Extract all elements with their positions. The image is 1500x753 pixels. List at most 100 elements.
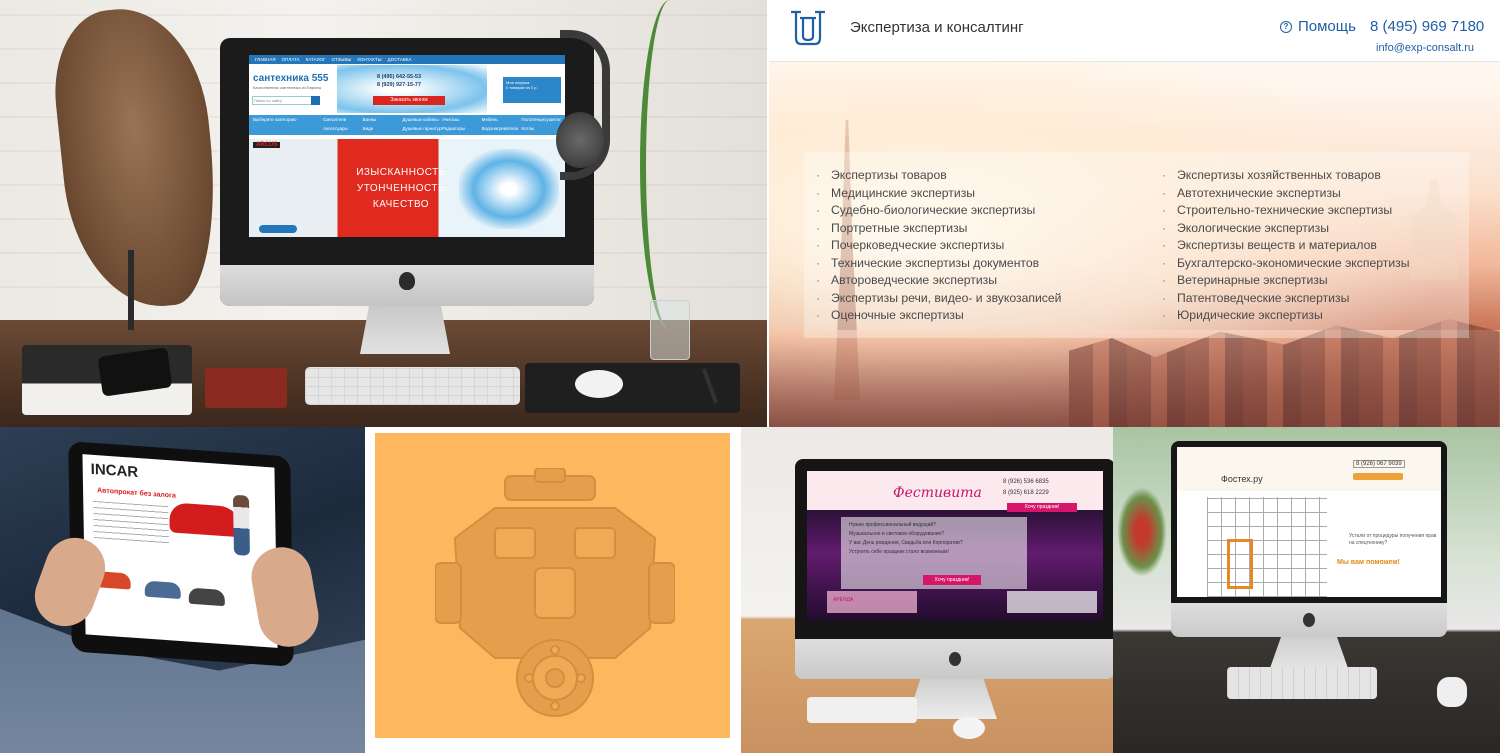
passport-cover [205,368,287,408]
category-item[interactable]: Водонагреватели [482,126,522,133]
plumbing-site-screen: ГЛАВНАЯ ОПЛАТА КАТАЛОГ ОТЗЫВЫ КОНТАКТЫ Д… [249,55,565,237]
slider-dots[interactable] [259,225,297,233]
category-item[interactable]: Мебель [482,117,522,124]
test-tubes-logo-icon[interactable] [787,8,829,50]
services-list-left: Экспертизы товаров Медицинские экспертиз… [816,167,1061,325]
fostex-mockup-tile[interactable]: Фостех.ру 8 (926) 067 9039 Устали от про… [1113,427,1500,753]
mouse [953,717,985,739]
service-item[interactable]: Технические экспертизы документов [816,255,1061,273]
fostex-callback-button[interactable] [1353,473,1403,480]
service-item[interactable]: Экспертизы речи, видео- и звукозаписей [816,290,1061,308]
category-item[interactable]: Смесители [323,117,363,124]
nav-item[interactable]: ГЛАВНАЯ [255,57,276,62]
desk-mockup-tile[interactable]: ГЛАВНАЯ ОПЛАТА КАТАЛОГ ОТЗЫВЫ КОНТАКТЫ Д… [0,0,767,427]
festivita-promo-text: Нужен профессиональный ведущий? Музыкаль… [841,517,1027,561]
service-item[interactable]: Строительно-технические экспертизы [1162,202,1409,220]
apple-logo-icon [949,652,961,666]
engine-tile[interactable] [375,433,730,738]
service-item[interactable]: Экологические экспертизы [1162,220,1409,238]
bamboo-plant [640,0,700,330]
service-item[interactable]: Медицинские экспертизы [816,185,1061,203]
service-item[interactable]: Бухгалтерско-экономические экспертизы [1162,255,1409,273]
promo-line: У вас День рождения, Свадьба или Корпора… [849,540,963,546]
nav-item[interactable]: КОНТАКТЫ [357,57,381,62]
site-phones: 8 (495) 642-55-53 8 (929) 927-15-77 [377,73,421,89]
service-item[interactable]: Экспертизы хозяйственных товаров [1162,167,1409,185]
service-item[interactable]: Почерковедческие экспертизы [816,237,1061,255]
nav-item[interactable]: ОПЛАТА [282,57,300,62]
water-splash-graphic [459,149,559,229]
service-item[interactable]: Юридические экспертизы [1162,307,1409,325]
email-link[interactable]: info@exp-consalt.ru [1376,42,1474,54]
festivita-box-rent[interactable]: АРЕНДА [827,591,917,613]
category-chooser[interactable]: Выберите категорию [253,117,323,124]
service-item[interactable]: Экспертизы веществ и материалов [1162,237,1409,255]
nav-item[interactable]: ОТЗЫВЫ [331,57,351,62]
category-item[interactable]: Душевые гарнитуры [402,126,442,133]
site-phone-2: 8 (929) 927-15-77 [377,82,422,88]
keyboard [1227,667,1377,699]
service-item[interactable]: Портретные экспертизы [816,220,1061,238]
festivita-mockup-tile[interactable]: Фестивита 8 (926) 536 6835 8 (925) 618 2… [741,427,1113,753]
category-item[interactable]: Душевые кабины [402,117,442,124]
promo-line: Музыкальное и световое оборудование? [849,531,945,537]
call-back-button[interactable]: Заказать звонок [373,96,445,105]
category-menu: Выберите категорию Смесители Ванны Душев… [249,115,565,135]
slogan-line: ИЗЫСКАННОСТЬ [356,167,446,178]
category-item[interactable]: Биде [363,126,403,133]
help-link[interactable]: ? Помощь [1280,18,1356,35]
promo-line: Устроить себе праздник стало возможным! [849,549,949,555]
expertise-site-tile[interactable]: Экспертиза и консалтинг ? Помощь 8 (495)… [769,0,1500,427]
nav-item[interactable]: ДОСТАВКА [388,57,412,62]
service-item[interactable]: Оценочные экспертизы [816,307,1061,325]
engine-icon [435,468,675,717]
car-rental-headline: Автопрокат без залога [97,487,176,500]
service-item[interactable]: Автороведческие экспертизы [816,272,1061,290]
category-item[interactable]: Ванны [363,117,403,124]
hero-slogan: ИЗЫСКАННОСТЬ УТОНЧЕННОСТЬ КАЧЕСТВО [345,165,457,213]
festivita-logo: Фестивита [893,485,982,501]
festivita-phones: 8 (926) 536 6835 8 (925) 618 2229 [1003,477,1049,499]
red-car-image [169,502,242,538]
site-header: Экспертиза и консалтинг ? Помощь 8 (495)… [769,0,1500,62]
cart-widget[interactable]: Моя покупка 0 товаров на 0 р. [503,77,561,103]
help-label: Помощь [1298,18,1356,35]
search-icon[interactable] [311,96,320,105]
category-item[interactable]: Унитазы [442,117,482,124]
festivita-cta-button[interactable]: Хочу праздник! [923,575,981,585]
apple-logo-icon [1303,613,1315,627]
site-logo[interactable]: сантехника 555 [253,73,328,84]
site-phone-1: 8 (495) 642-55-53 [377,74,422,80]
fostex-cta[interactable]: Мы вам поможем! [1337,559,1400,566]
scaffold-graphic [1207,497,1327,597]
category-item[interactable]: Аксессуары [323,126,363,133]
question-icon: ? [1280,20,1292,33]
service-item[interactable]: Экспертизы товаров [816,167,1061,185]
site-nav: ГЛАВНАЯ ОПЛАТА КАТАЛОГ ОТЗЫВЫ КОНТАКТЫ Д… [249,55,565,64]
category-item[interactable]: Котлы [521,126,561,133]
service-item[interactable]: Судебно-биологические экспертизы [816,202,1061,220]
car-rental-site-screen: INCAR Автопрокат без залога [82,454,278,648]
car-rental-logo: INCAR [90,460,139,482]
festivita-phone-1: 8 (926) 536 6835 [1003,479,1049,485]
site-search-input[interactable]: Поиск по сайту [252,96,312,105]
sculpture-stand [128,250,134,330]
service-item[interactable]: Патентоведческие экспертизы [1162,290,1409,308]
category-item[interactable]: Радиаторы [442,126,482,133]
tablet-mockup-tile[interactable]: INCAR Автопрокат без залога [0,427,365,753]
festivita-ribbon[interactable]: Хочу праздник! [1007,503,1077,512]
fostex-logo: Фостех.ру [1221,474,1263,484]
cart-items: 0 товаров на 0 р. [506,85,538,90]
event-site-screen: Фестивита 8 (926) 536 6835 8 (925) 618 2… [807,471,1103,621]
glass-vase [650,300,690,360]
category-item[interactable]: Полотенцесушители [521,117,561,124]
nav-item[interactable]: КАТАЛОГ [306,57,326,62]
festivita-box[interactable] [1007,591,1097,613]
service-item[interactable]: Ветеринарные экспертизы [1162,272,1409,290]
fostex-header [1177,447,1441,491]
festivita-phone-2: 8 (925) 618 2229 [1003,490,1049,496]
potted-plant [1117,487,1167,577]
hero-banner[interactable]: ARCUS ИЗЫСКАННОСТЬ УТОНЧЕННОСТЬ КАЧЕСТВО [249,139,565,237]
service-item[interactable]: Автотехнические экспертизы [1162,185,1409,203]
phone-number[interactable]: 8 (495) 969 7180 [1370,18,1484,35]
